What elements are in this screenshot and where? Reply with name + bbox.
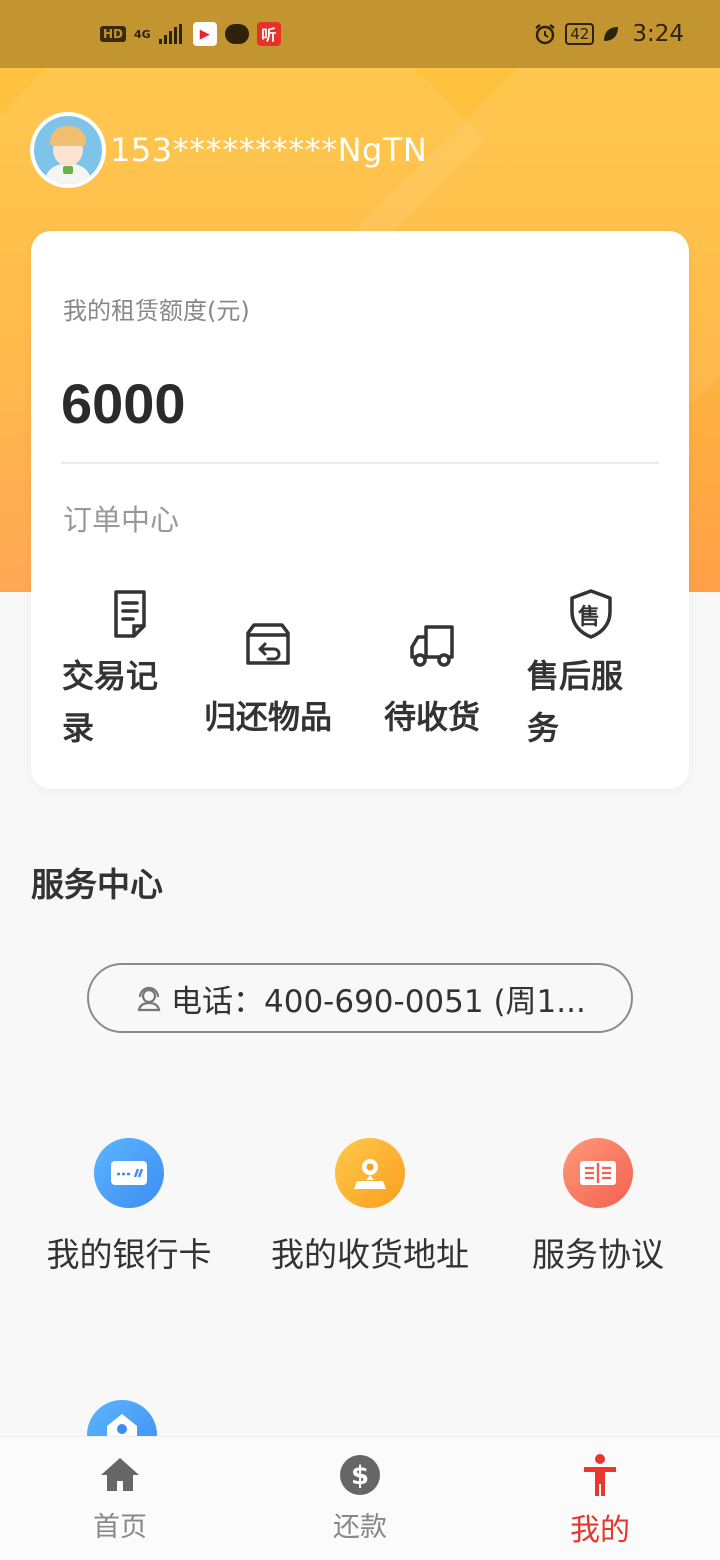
username: 153**********NgTN — [110, 131, 428, 169]
service-bank-card[interactable]: 我的银行卡 — [44, 1138, 214, 1276]
order-after-sale[interactable]: 售 售后服务 — [527, 588, 647, 754]
service-center-title: 服务中心 — [31, 865, 163, 904]
home-icon — [101, 1458, 139, 1491]
network-type-icon: 4G — [134, 27, 151, 41]
listen-app-icon: 听 — [256, 22, 281, 46]
phone-text: 电话：400-690-0051 (周1... — [171, 983, 586, 1020]
order-return-items[interactable]: 归还物品 — [204, 619, 332, 743]
chat-bubble-icon — [224, 24, 249, 44]
order-transaction-records[interactable]: 交易记录 — [62, 588, 182, 754]
tab-home[interactable]: 首页 — [0, 1437, 240, 1560]
alarm-icon — [535, 24, 555, 45]
order-label: 交易记录 — [62, 657, 159, 747]
quota-value: 6000 — [61, 372, 186, 435]
order-label: 待收货 — [384, 698, 481, 736]
service-label: 我的银行卡 — [46, 1235, 212, 1274]
truck-icon — [410, 625, 454, 667]
location-icon — [335, 1138, 405, 1208]
tab-repayment[interactable]: $ 还款 — [240, 1437, 480, 1560]
order-label: 归还物品 — [204, 698, 333, 736]
service-agreement[interactable]: 服务协议 — [530, 1138, 666, 1276]
order-pending-receipt[interactable]: 待收货 — [384, 619, 480, 743]
app-notification-icon: ▶ — [192, 22, 217, 46]
document-icon — [114, 590, 146, 638]
status-bar: HD 4G ▶ 听 42 3:24 — [0, 0, 720, 68]
svg-text:$: $ — [351, 1461, 369, 1491]
hd-icon: HD — [100, 26, 127, 42]
signal-icon — [158, 24, 185, 44]
phone-button[interactable]: 电话：400-690-0051 (周1... — [87, 963, 633, 1033]
bottom-tab-bar: 首页 $ 还款 我的 — [0, 1436, 720, 1560]
clock-time: 3:24 — [632, 21, 684, 47]
leaf-icon — [604, 27, 619, 41]
avatar[interactable] — [30, 112, 106, 188]
agreement-book-icon — [563, 1138, 633, 1208]
order-label: 售后服务 — [527, 657, 624, 747]
dollar-icon: $ — [340, 1455, 380, 1495]
quota-label: 我的租赁额度(元) — [63, 297, 250, 325]
service-label: 我的收货地址 — [271, 1235, 469, 1274]
return-box-icon — [246, 623, 290, 665]
order-center-label: 订单中心 — [63, 503, 180, 537]
tab-label: 我的 — [570, 1513, 630, 1548]
after-sale-shield-icon: 售 — [565, 588, 617, 640]
headset-icon — [137, 986, 161, 1012]
quota-card: 我的租赁额度(元) 6000 订单中心 交易记录 归还物品 待收货 售 售后服务 — [31, 231, 689, 789]
bank-card-icon — [94, 1138, 164, 1208]
tab-mine[interactable]: 我的 — [480, 1437, 720, 1560]
battery-icon: 42 — [565, 23, 595, 45]
profile-header[interactable]: 153**********NgTN — [30, 112, 427, 188]
person-icon — [584, 1454, 616, 1496]
service-address[interactable]: 我的收货地址 — [260, 1138, 480, 1276]
divider — [61, 462, 659, 464]
service-label: 服务协议 — [532, 1235, 664, 1274]
after-sale-glyph: 售 — [578, 605, 601, 630]
tab-label: 首页 — [93, 1512, 147, 1543]
tab-label: 还款 — [333, 1512, 387, 1543]
